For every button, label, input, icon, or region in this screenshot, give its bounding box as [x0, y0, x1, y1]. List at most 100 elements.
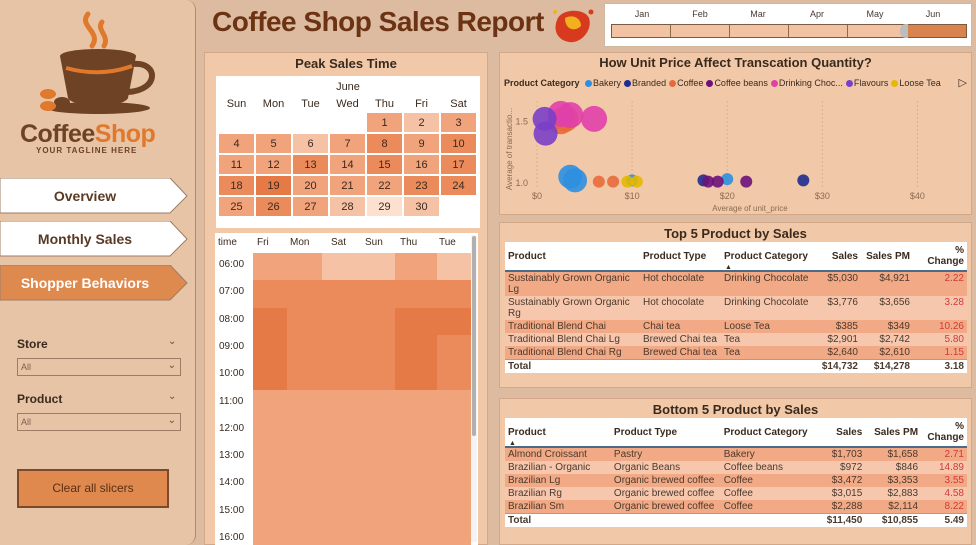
heatmap-cell[interactable] — [395, 334, 437, 363]
heatmap-cell[interactable] — [322, 444, 357, 473]
heatmap-cell[interactable] — [253, 498, 287, 527]
heatmap-cell[interactable] — [253, 362, 287, 391]
column-header[interactable]: Sales PM — [861, 242, 913, 272]
column-header[interactable]: Product Category — [720, 418, 824, 448]
column-header[interactable]: % Change — [921, 418, 967, 448]
timeline-handle[interactable] — [900, 24, 908, 38]
heatmap-cell[interactable] — [437, 444, 471, 473]
column-header[interactable]: Sales — [815, 242, 861, 272]
legend-item[interactable]: Branded — [621, 78, 666, 88]
table-row[interactable]: Sustainably Grown Organic Rg Hot chocolat… — [505, 296, 967, 320]
calendar-day[interactable]: 5 — [255, 133, 292, 154]
calendar-day[interactable]: 21 — [329, 175, 366, 196]
heatmap-cell[interactable] — [322, 362, 357, 391]
heatmap-cell[interactable] — [395, 444, 437, 473]
heatmap-cell[interactable] — [357, 307, 395, 336]
heatmap-cell[interactable] — [437, 416, 471, 445]
column-header[interactable]: Product — [505, 242, 640, 272]
calendar-day[interactable]: 29 — [366, 196, 403, 217]
legend-item[interactable]: Drinking Choc... — [768, 78, 843, 88]
table-row[interactable]: Brazilian - Organic Organic Beans Coffee b… — [505, 461, 967, 474]
calendar-day[interactable]: 14 — [329, 154, 366, 175]
column-header[interactable]: % Change — [913, 242, 967, 272]
calendar-day[interactable]: 11 — [218, 154, 255, 175]
calendar-day[interactable]: 27 — [292, 196, 329, 217]
heatmap-cell[interactable] — [395, 526, 437, 545]
calendar-day[interactable]: 2 — [403, 112, 440, 133]
heatmap-cell[interactable] — [322, 526, 357, 545]
legend-item[interactable]: Loose Tea — [888, 78, 941, 88]
heatmap-cell[interactable] — [437, 362, 471, 391]
heatmap-cell[interactable] — [357, 362, 395, 391]
column-header[interactable]: Product Type — [610, 418, 721, 448]
heatmap-cell[interactable] — [357, 498, 395, 527]
calendar-day[interactable]: 15 — [366, 154, 403, 175]
heatmap-cell[interactable] — [253, 526, 287, 545]
calendar-day[interactable]: 3 — [440, 112, 477, 133]
column-header[interactable]: Sales PM — [865, 418, 922, 448]
calendar-day[interactable]: 1 — [366, 112, 403, 133]
column-header[interactable]: Product Category ▲ — [721, 242, 815, 272]
calendar-day[interactable]: 19 — [255, 175, 292, 196]
heatmap-cell[interactable] — [395, 416, 437, 445]
heatmap-cell[interactable] — [253, 471, 287, 500]
heatmap-cell[interactable] — [322, 280, 357, 309]
heatmap-cell[interactable] — [253, 334, 287, 363]
calendar-day[interactable]: 18 — [218, 175, 255, 196]
heatmap-cell[interactable] — [287, 334, 322, 363]
calendar-day[interactable]: 24 — [440, 175, 477, 196]
heatmap-cell[interactable] — [287, 471, 322, 500]
legend-item[interactable]: Bakery — [582, 78, 621, 88]
heatmap-cell[interactable] — [357, 389, 395, 418]
calendar-day[interactable]: 8 — [366, 133, 403, 154]
heatmap-cell[interactable] — [322, 389, 357, 418]
heatmap-cell[interactable] — [287, 498, 322, 527]
calendar-day[interactable]: 20 — [292, 175, 329, 196]
calendar-day[interactable]: 28 — [329, 196, 366, 217]
calendar-day[interactable]: 17 — [440, 154, 477, 175]
heatmap-cell[interactable] — [322, 498, 357, 527]
heatmap-cell[interactable] — [395, 362, 437, 391]
column-header[interactable]: Product Type — [640, 242, 721, 272]
heatmap-cell[interactable] — [437, 253, 471, 281]
legend-item[interactable]: Flavours — [843, 78, 888, 88]
heatmap-cell[interactable] — [395, 253, 437, 281]
heatmap-cell[interactable] — [253, 280, 287, 309]
heatmap-scroll-thumb[interactable] — [472, 236, 476, 436]
chevron-down-icon[interactable]: ⌄ — [168, 336, 176, 347]
heatmap-cell[interactable] — [437, 307, 471, 336]
heatmap-cell[interactable] — [437, 498, 471, 527]
legend-scroll-right-icon[interactable]: ▷ — [959, 76, 967, 89]
chevron-down-icon[interactable]: ⌄ — [168, 391, 176, 402]
heatmap-cell[interactable] — [322, 471, 357, 500]
heatmap-cell[interactable] — [287, 253, 322, 281]
column-header[interactable]: Product ▲ — [505, 418, 611, 448]
calendar-day[interactable]: 25 — [218, 196, 255, 217]
heatmap-cell[interactable] — [357, 253, 395, 281]
nav-monthly-sales[interactable]: Monthly Sales — [0, 221, 188, 257]
heatmap-cell[interactable] — [322, 334, 357, 363]
heatmap-cell[interactable] — [437, 389, 471, 418]
table-row[interactable]: Traditional Blend Chai Chai tea Loose Tea $… — [505, 320, 967, 333]
column-header[interactable]: Sales — [823, 418, 866, 448]
table-row[interactable]: Brazilian Rg Organic brewed coffee Coffee $… — [505, 487, 967, 500]
heatmap-cell[interactable] — [437, 471, 471, 500]
clear-slicers-button[interactable]: Clear all slicers — [17, 469, 169, 508]
heatmap-cell[interactable] — [357, 444, 395, 473]
heatmap-cell[interactable] — [357, 471, 395, 500]
heatmap-cell[interactable] — [253, 444, 287, 473]
calendar-day[interactable]: 12 — [255, 154, 292, 175]
calendar-day[interactable]: 26 — [255, 196, 292, 217]
calendar-day[interactable]: 22 — [366, 175, 403, 196]
product-dropdown[interactable]: All ⌄ — [17, 413, 181, 431]
heatmap-cell[interactable] — [357, 334, 395, 363]
month-timeline-bar[interactable] — [611, 24, 967, 38]
heatmap-cell[interactable] — [287, 362, 322, 391]
heatmap-cell[interactable] — [395, 471, 437, 500]
heatmap-cell[interactable] — [437, 526, 471, 545]
store-dropdown[interactable]: All ⌄ — [17, 358, 181, 376]
heatmap-cell[interactable] — [287, 280, 322, 309]
legend-item[interactable]: Coffee — [666, 78, 703, 88]
heatmap-cell[interactable] — [322, 416, 357, 445]
heatmap-cell[interactable] — [437, 334, 471, 363]
